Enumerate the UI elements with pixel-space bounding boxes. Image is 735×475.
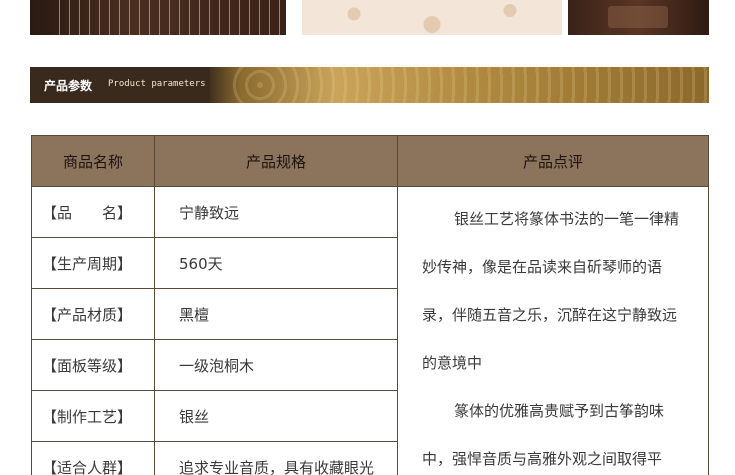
guzheng-strings-photo <box>30 0 286 35</box>
row-label: 【适合人群】 <box>32 442 155 475</box>
product-parameters-banner: 产品参数 Product parameters <box>30 67 709 103</box>
product-photo-strip <box>30 0 709 35</box>
header-product-review: 产品点评 <box>398 136 709 187</box>
banner-subtitle: Product parameters <box>108 79 206 89</box>
row-value: 追求专业音质，具有收藏眼光 <box>155 442 398 475</box>
row-value: 银丝 <box>155 391 398 442</box>
row-label: 【面板等级】 <box>32 340 155 391</box>
table-row: 【品 名】 宁静致远 银丝工艺将篆体书法的一笔一律精妙传神，像是在品读来自斫琴师… <box>32 187 709 238</box>
review-paragraph: 篆体的优雅高贵赋予到古筝韵味中，强悍音质与高雅外观之间取得平 <box>422 387 684 475</box>
parameters-table: 商品名称 产品规格 产品点评 【品 名】 宁静致远 银丝工艺将篆体书法的一笔一律… <box>31 135 709 475</box>
row-label: 【品 名】 <box>32 187 155 238</box>
row-value: 560天 <box>155 238 398 289</box>
review-paragraph: 银丝工艺将篆体书法的一笔一律精妙传神，像是在品读来自斫琴师的语录，伴随五音之乐，… <box>422 195 684 387</box>
row-label: 【产品材质】 <box>32 289 155 340</box>
row-label: 【制作工艺】 <box>32 391 155 442</box>
parameters-table-container: 商品名称 产品规格 产品点评 【品 名】 宁静致远 银丝工艺将篆体书法的一笔一律… <box>31 135 709 475</box>
header-product-name: 商品名称 <box>32 136 155 187</box>
product-review-cell: 银丝工艺将篆体书法的一笔一律精妙传神，像是在品读来自斫琴师的语录，伴随五音之乐，… <box>398 187 709 475</box>
row-value: 黑檀 <box>155 289 398 340</box>
guzheng-detail-photo <box>568 0 709 35</box>
decorative-pattern-photo <box>302 0 562 35</box>
row-label: 【生产周期】 <box>32 238 155 289</box>
header-product-spec: 产品规格 <box>155 136 398 187</box>
table-header-row: 商品名称 产品规格 产品点评 <box>32 136 709 187</box>
banner-title: 产品参数 <box>44 77 92 94</box>
row-value: 宁静致远 <box>155 187 398 238</box>
row-value: 一级泡桐木 <box>155 340 398 391</box>
